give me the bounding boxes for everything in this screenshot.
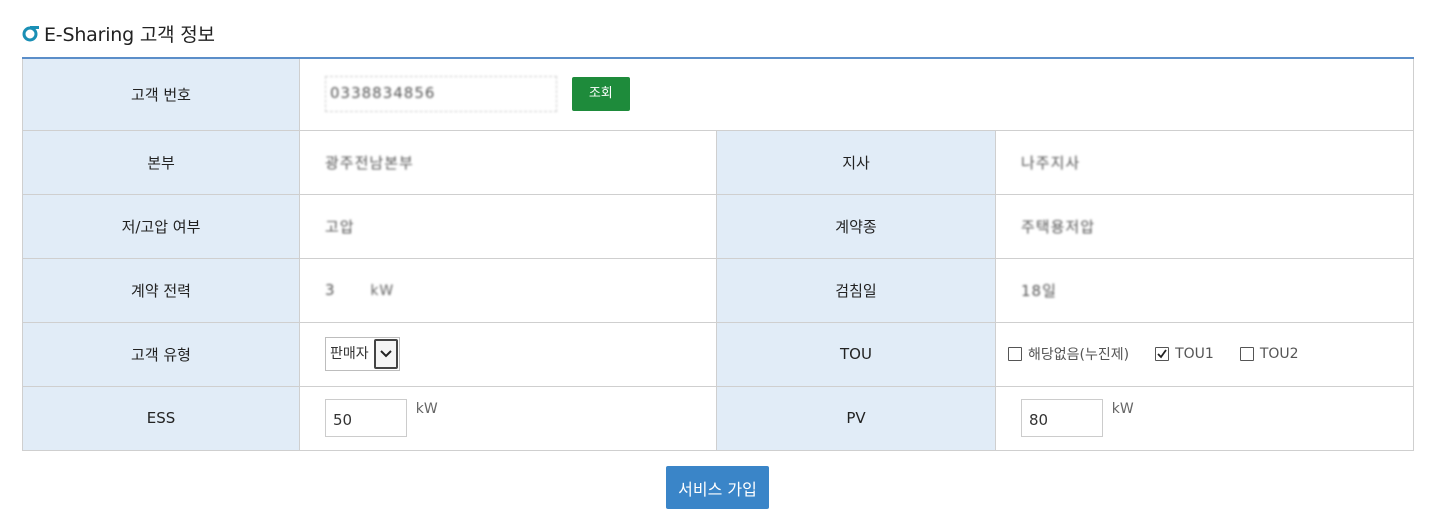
tou-label: TOU (716, 321, 996, 387)
ess-unit: kW (415, 401, 438, 417)
pv-input[interactable]: 80 (1021, 399, 1103, 437)
tou-option-tou2-label: TOU2 (1259, 346, 1299, 362)
voltage-value: 고압 (325, 217, 355, 236)
pv-cell: 80 kW (994, 385, 1415, 451)
branch-hq-value: 광주전남본부 (325, 153, 414, 172)
contract-power-value: 3 (325, 281, 336, 299)
row-ess-pv: ESS 50 kW PV 80 kW (22, 385, 1415, 451)
search-button[interactable]: 조회 (571, 77, 630, 112)
row-branch: 본부 광주전남본부 지사 나주지사 (22, 129, 1415, 195)
customer-no-cell: 0338834856 조회 (298, 57, 1415, 131)
voltage-label: 저/고압 여부 (22, 193, 300, 259)
customer-type-selected: 판매자 (330, 346, 369, 362)
service-join-button[interactable]: 서비스 가입 (666, 466, 769, 509)
checkbox-unchecked-icon[interactable] (1239, 347, 1254, 361)
pv-unit: kW (1111, 401, 1134, 417)
tou-cell: 해당없음(누진제) TOU1 TOU2 (994, 321, 1415, 387)
logo-icon (22, 24, 40, 42)
meter-day-value: 18일 (1021, 281, 1057, 300)
customer-type-label: 고객 유형 (22, 321, 300, 387)
checkbox-unchecked-icon[interactable] (1008, 347, 1022, 361)
branch-hq-label: 본부 (22, 129, 300, 195)
contract-power-label: 계약 전력 (22, 257, 300, 323)
branch-hq-cell: 광주전남본부 (299, 129, 717, 195)
branch-label: 지사 (716, 129, 996, 195)
customer-no-input[interactable]: 0338834856 (325, 76, 557, 113)
tou-option-none[interactable]: 해당없음(누진제) (1008, 344, 1129, 364)
row-voltage: 저/고압 여부 고압 계약종 주택용저압 (22, 193, 1415, 259)
customer-type-cell: 판매자 (299, 321, 717, 387)
meter-day-cell: 18일 (994, 257, 1415, 323)
row-customer-no: 고객 번호 0338834856 조회 (22, 57, 1415, 131)
tou-option-tou1[interactable]: TOU1 (1155, 346, 1214, 362)
branch-cell: 나주지사 (994, 129, 1415, 195)
voltage-cell: 고압 (299, 193, 717, 259)
tou-checkbox-group: 해당없음(누진제) TOU1 TOU2 (996, 344, 1413, 364)
ess-label: ESS (22, 385, 300, 451)
chevron-down-icon[interactable] (373, 339, 398, 369)
tou-option-none-label: 해당없음(누진제) (1028, 347, 1130, 363)
ess-cell: 50 kW (299, 385, 717, 451)
customer-info-table: 고객 번호 0338834856 조회 본부 광주전남본부 지사 나주지사 저/… (22, 57, 1415, 451)
customer-no-label: 고객 번호 (22, 57, 300, 131)
meter-day-label: 검침일 (716, 257, 996, 323)
contract-type-label: 계약종 (716, 193, 996, 259)
contract-type-cell: 주택용저압 (994, 193, 1415, 259)
customer-type-select[interactable]: 판매자 (325, 337, 400, 371)
checkbox-checked-icon[interactable] (1155, 347, 1170, 361)
tou-option-tou2[interactable]: TOU2 (1239, 346, 1299, 362)
contract-type-value: 주택용저압 (1021, 217, 1096, 236)
pv-label: PV (716, 385, 996, 451)
tou-option-tou1-label: TOU1 (1175, 346, 1214, 362)
branch-value: 나주지사 (1021, 153, 1081, 172)
page-header: E-Sharing 고객 정보 (22, 18, 215, 48)
row-contract-power: 계약 전력 3 kW 검침일 18일 (22, 257, 1415, 323)
contract-power-cell: 3 kW (299, 257, 717, 323)
ess-input[interactable]: 50 (325, 399, 407, 437)
row-customer-type: 고객 유형 판매자 TOU 해당없음(누진제) TOU1 TOU2 (22, 321, 1415, 387)
contract-power-unit: kW (370, 283, 395, 299)
page-title: E-Sharing 고객 정보 (44, 23, 215, 46)
